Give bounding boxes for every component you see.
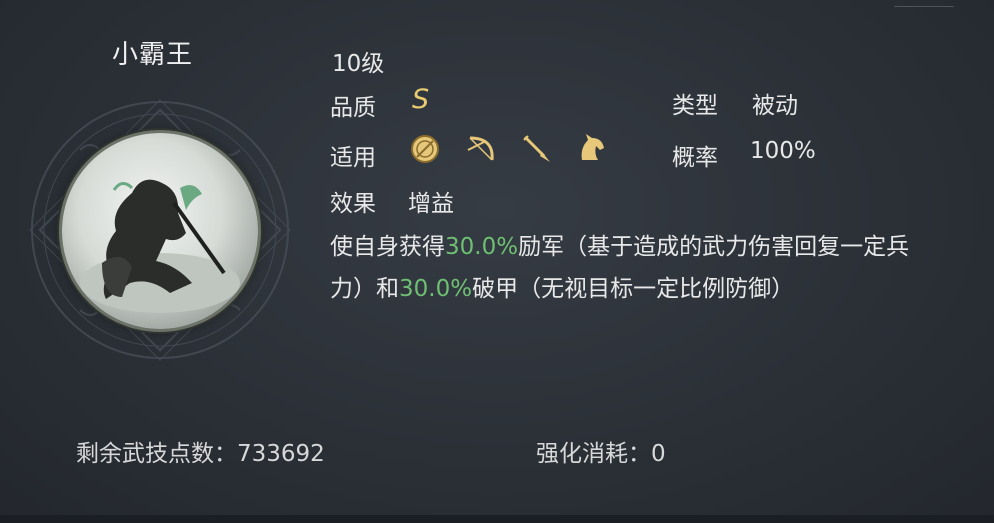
type-value: 被动 (752, 93, 798, 119)
bow-icon (467, 136, 494, 161)
quality-grade: S (412, 84, 430, 115)
applies-label: 适用 (330, 145, 376, 171)
skill-level: 10级 (332, 51, 385, 77)
skill-portrait (62, 133, 258, 329)
spear-icon (523, 135, 550, 162)
desc-text-1: 使自身获得 (330, 234, 445, 260)
desc-value-2: 30.0% (399, 276, 473, 302)
effect-value: 增益 (408, 191, 454, 217)
quality-label: 品质 (330, 95, 376, 121)
skill-detail-panel: 小霸王 10级 品质 S 类型 被动 适用 概率 100% 效果 增益 使自身获… (0, 0, 994, 523)
rate-label: 概率 (672, 145, 718, 171)
remaining-points: 剩余武技点数：733692 (76, 441, 325, 467)
warrior-silhouette-icon (80, 179, 240, 313)
horse-icon (581, 134, 604, 160)
type-label: 类型 (672, 93, 718, 119)
corner-ornament (894, 0, 954, 7)
desc-value-1: 30.0% (445, 234, 519, 260)
shield-icon (411, 135, 439, 163)
rate-value: 100% (750, 138, 816, 164)
bottom-strip (0, 515, 994, 523)
skill-name: 小霸王 (112, 40, 194, 70)
skill-description: 使自身获得30.0%励军（基于造成的武力伤害回复一定兵力）和30.0%破甲（无视… (330, 226, 940, 310)
desc-text-3: 破甲（无视目标一定比例防御） (472, 276, 795, 302)
upgrade-cost: 强化消耗：0 (536, 441, 666, 467)
effect-label: 效果 (330, 191, 376, 217)
